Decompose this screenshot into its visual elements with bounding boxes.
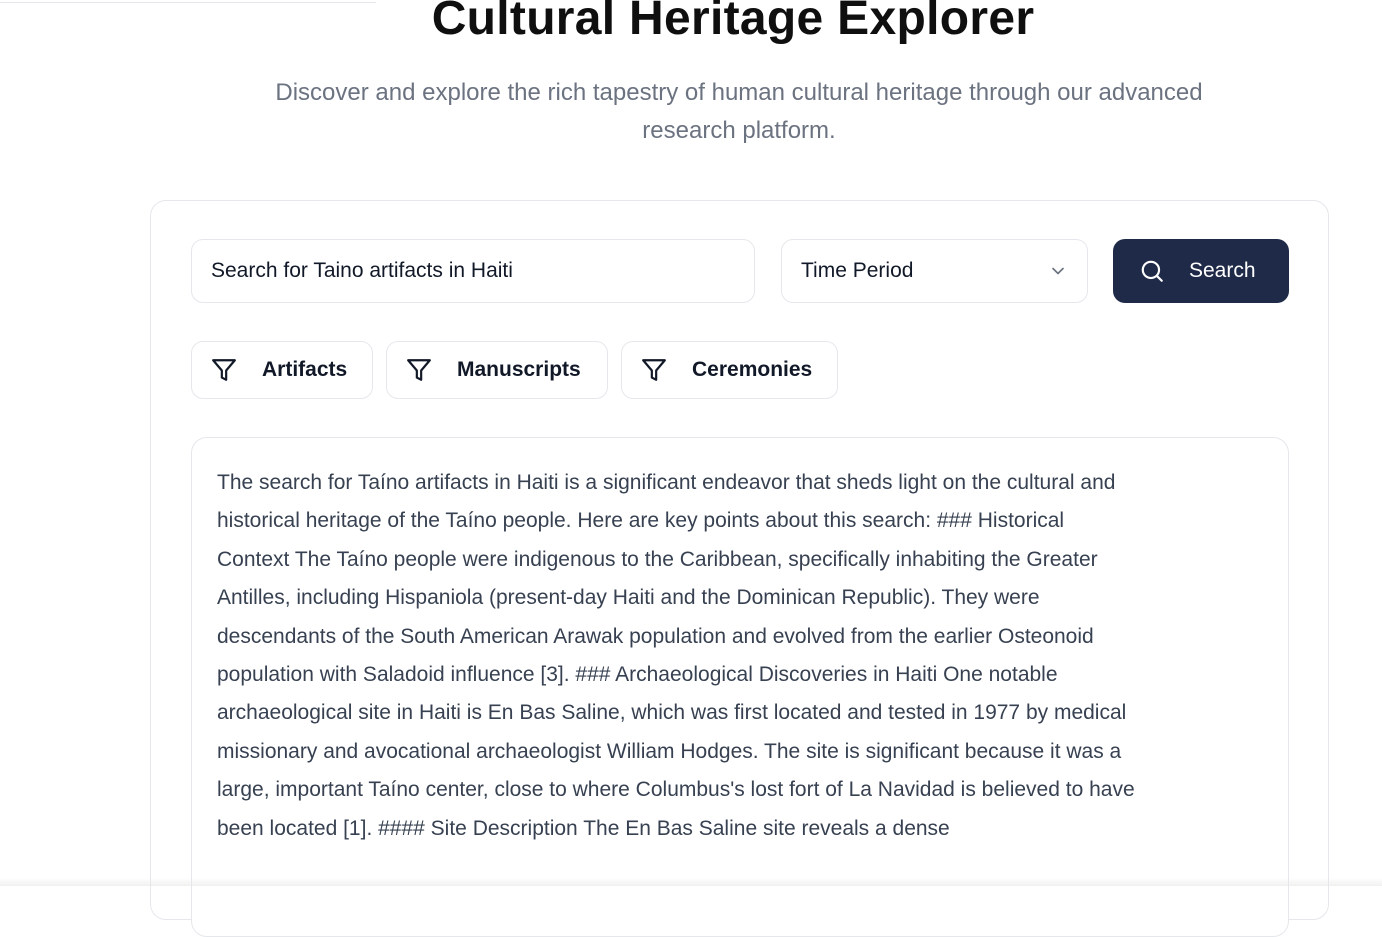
bottom-fade [0, 878, 1382, 886]
search-button[interactable]: Search [1113, 239, 1289, 303]
filter-artifacts-label: Artifacts [262, 358, 347, 382]
filter-manuscripts-button[interactable]: Manuscripts [386, 341, 608, 399]
filter-ceremonies-button[interactable]: Ceremonies [621, 341, 838, 399]
search-input[interactable] [191, 239, 755, 303]
page-title: Cultural Heritage Explorer [0, 0, 1382, 52]
search-card: Time Period Search Artifacts Manuscripts [150, 200, 1329, 920]
time-period-select[interactable]: Time Period [781, 239, 1088, 303]
page-subtitle: Discover and explore the rich tapestry o… [226, 74, 1252, 150]
time-period-label: Time Period [801, 259, 1048, 283]
search-button-label: Search [1189, 259, 1256, 283]
result-panel: The search for Taíno artifacts in Haiti … [191, 437, 1289, 937]
filter-artifacts-button[interactable]: Artifacts [191, 341, 373, 399]
filter-icon [211, 357, 237, 383]
search-icon [1139, 258, 1165, 284]
result-text: The search for Taíno artifacts in Haiti … [217, 464, 1137, 848]
filter-manuscripts-label: Manuscripts [457, 358, 581, 382]
filter-icon [406, 357, 432, 383]
filter-ceremonies-label: Ceremonies [692, 358, 812, 382]
filter-icon [641, 357, 667, 383]
chevron-down-icon [1048, 261, 1068, 281]
